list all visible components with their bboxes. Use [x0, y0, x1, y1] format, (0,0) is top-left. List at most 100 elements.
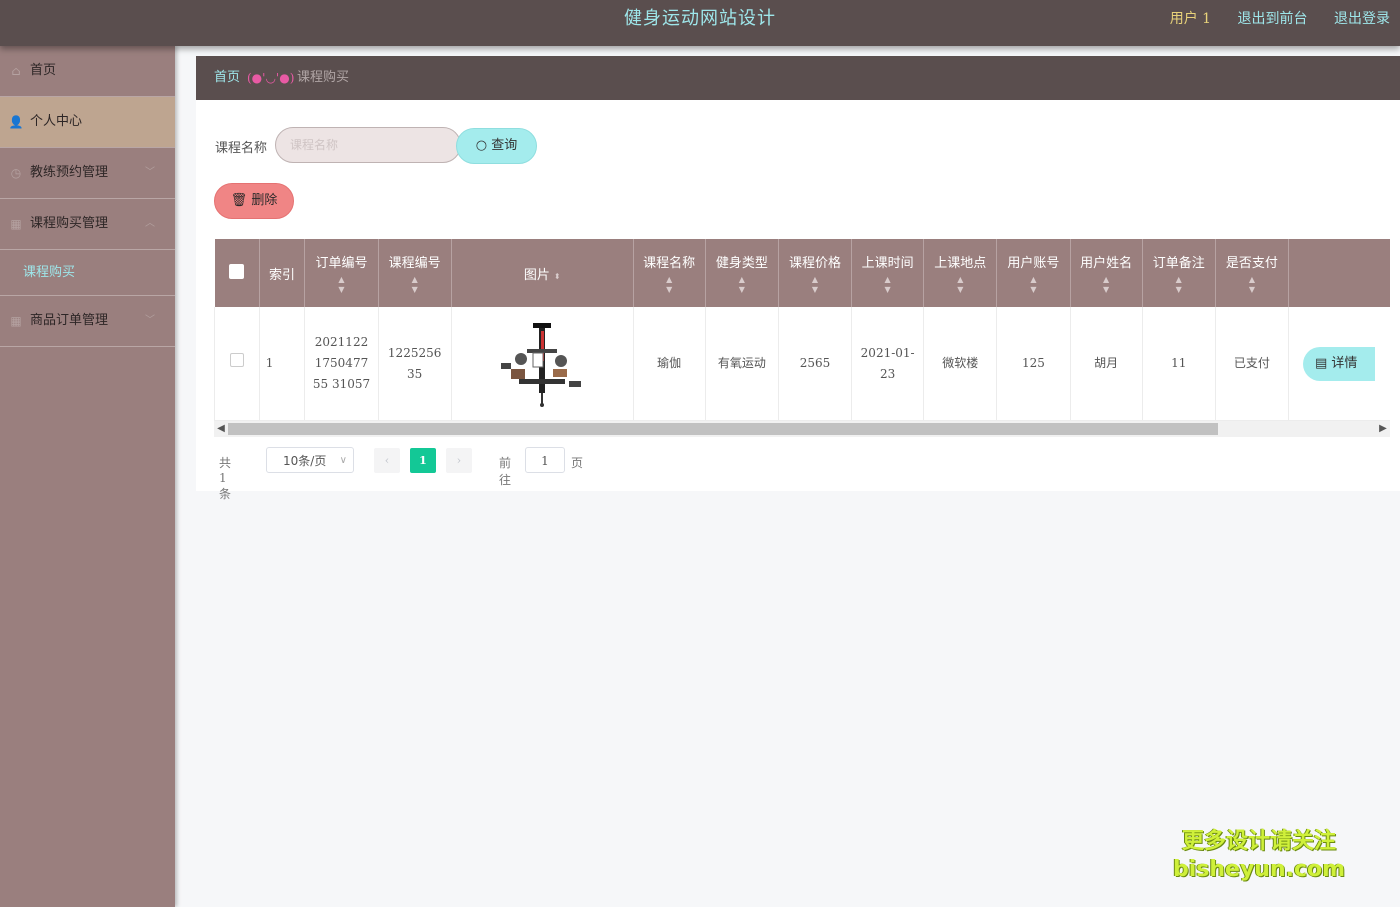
page-number-current[interactable]: 1 [410, 448, 436, 473]
sort-icon[interactable]: ▲ ▼ [928, 275, 992, 295]
cell-remark: 11 [1142, 307, 1216, 421]
column-header[interactable]: 健身类型 ▲ ▼ [705, 239, 779, 307]
select-all-checkbox[interactable] [229, 263, 245, 279]
cell-course-name: 瑜伽 [633, 307, 706, 421]
column-header[interactable]: 图片 ⬍ [451, 239, 634, 307]
sort-icon[interactable]: ▲ ▼ [638, 275, 701, 295]
sidebar-item-label: 个人中心 [30, 114, 83, 129]
sidebar-subitem-course-purchase[interactable]: 课程购买 [0, 250, 175, 296]
document-icon: ▤ [1314, 355, 1328, 371]
sidebar-item-course-purchase[interactable]: ▦ 课程购买管理 ︿ [0, 199, 175, 250]
sort-icon[interactable]: ▲ ▼ [783, 275, 847, 295]
cell-user-name: 胡月 [1070, 307, 1143, 421]
back-to-front-link[interactable]: 退出到前台 [1238, 11, 1308, 27]
cell-course-number: 122525635 [378, 307, 452, 421]
cell-paid: 已支付 [1215, 307, 1289, 421]
sort-icon[interactable]: ⬍ [554, 272, 561, 281]
current-user: 用户 1 [1169, 11, 1212, 27]
scrollbar-thumb[interactable] [228, 423, 1218, 435]
column-header[interactable]: 上课地点 ▲ ▼ [923, 239, 998, 307]
sidebar-item-home[interactable]: ⌂ 首页 [0, 46, 175, 97]
goto-page-input[interactable]: 1 [525, 447, 565, 473]
column-header[interactable]: 是否支付 ▲ ▼ [1215, 239, 1289, 307]
home-icon: ⌂ [11, 64, 21, 78]
cell-actions: ▤ 详情 [1288, 307, 1390, 421]
sort-icon[interactable]: ▲ ▼ [1220, 275, 1284, 295]
chevron-down-icon: ﹀ [145, 167, 155, 178]
column-header[interactable]: 订单编号 ▲ ▼ [304, 239, 379, 307]
sort-icon[interactable]: ▲ ▼ [856, 275, 919, 295]
sidebar: ⌂ 首页 👤 个人中心 ◷ 教练预约管理 ﹀ ▦ 课程购买管理 ︿ 课程购买 ▦… [0, 46, 175, 907]
sidebar-item-label: 课程购买管理 [30, 216, 109, 231]
column-header[interactable]: 课程名称 ▲ ▼ [633, 239, 706, 307]
breadcrumb-home[interactable]: 首页 [214, 56, 240, 100]
prev-page-button[interactable]: ‹ [374, 448, 400, 473]
column-header[interactable]: 课程编号 ▲ ▼ [378, 239, 452, 307]
chevron-down-icon: ﹀ [145, 315, 155, 326]
grid-icon: ▦ [10, 217, 22, 231]
search-label: 课程名称 [215, 141, 268, 156]
main-panel: 课程名称 ○ 查询 🗑 删除 索引 订单编号▲▼ 课程编号▲▼ 图片⬍ [196, 100, 1400, 501]
watermark: 更多设计请关注 bisheyun.com [1173, 829, 1346, 882]
grid-icon: ▦ [10, 314, 22, 328]
column-header[interactable]: 订单备注 ▲ ▼ [1142, 239, 1216, 307]
sidebar-item-personal-center[interactable]: 👤 个人中心 [0, 97, 175, 148]
scroll-left-icon[interactable]: ◀ [214, 421, 228, 437]
cell-fitness-type: 有氧运动 [705, 307, 779, 421]
trash-icon: 🗑 [230, 193, 248, 208]
top-links: 用户 1 退出到前台 退出登录 [1148, 0, 1390, 38]
select-all-cell [214, 239, 260, 307]
page-size-select[interactable]: 10条/页 ∨ [266, 447, 354, 473]
column-header[interactable]: 索引 [259, 239, 306, 307]
course-name-input[interactable] [275, 127, 461, 163]
scroll-right-icon[interactable]: ▶ [1376, 421, 1390, 437]
delete-button[interactable]: 🗑 删除 [214, 183, 294, 219]
sort-icon[interactable]: ▲ ▼ [1075, 275, 1138, 295]
logout-link[interactable]: 退出登录 [1334, 11, 1390, 27]
clock-icon: ◷ [10, 166, 22, 180]
query-button[interactable]: ○ 查询 [456, 128, 537, 164]
sort-icon[interactable]: ▲ ▼ [383, 275, 447, 295]
breadcrumb-separator: (●'◡'●) [247, 71, 295, 85]
breadcrumb-current: 课程购买 [297, 70, 350, 85]
sort-icon[interactable]: ▲ ▼ [1147, 275, 1211, 295]
data-table: 索引 订单编号 ▲ ▼ 课程编号 ▲ ▼ 图片 ⬍ 课程名称 ▲ ▼ 健身类型 ▲ ▼ 课程价格 ▲… [214, 239, 1390, 438]
column-header[interactable]: 课程价格 ▲ ▼ [778, 239, 853, 307]
cell-class-time: 2021-01-23 [851, 307, 925, 421]
page-unit-label: 页 [571, 456, 584, 470]
chevron-up-icon: ︿ [145, 218, 155, 229]
query-button-label: 查询 [491, 138, 518, 153]
goto-label: 前往 [499, 456, 512, 487]
column-header[interactable]: 用户姓名 ▲ ▼ [1070, 239, 1143, 307]
sidebar-item-label: 商品订单管理 [30, 313, 109, 328]
cell-index: 1 [259, 307, 306, 421]
cell-order-number: 2021122175047755 31057 [304, 307, 379, 421]
sort-icon[interactable]: ▲ ▼ [1001, 275, 1065, 295]
cell-account: 125 [996, 307, 1071, 421]
user-icon: 👤 [8, 115, 24, 129]
actions-header [1288, 239, 1390, 307]
sort-icon[interactable]: ▲ ▼ [710, 275, 774, 295]
total-count: 共 1 条 [219, 456, 232, 501]
table-row: 1 2021122175047755 31057 122525635 瑜伽 有氧… [214, 307, 1390, 421]
cell-location: 微软楼 [923, 307, 998, 421]
table-header-row: 索引 订单编号 ▲ ▼ 课程编号 ▲ ▼ 图片 ⬍ 课程名称 ▲ ▼ 健身类型 ▲ ▼ 课程价格 ▲… [214, 239, 1390, 307]
sidebar-item-coach-booking[interactable]: ◷ 教练预约管理 ﹀ [0, 148, 175, 199]
chevron-down-icon: ∨ [339, 455, 347, 466]
detail-button[interactable]: ▤ 详情 [1302, 346, 1375, 381]
top-bar: 健身运动网站设计 用户 1 退出到前台 退出登录 [0, 0, 1400, 46]
horizontal-scrollbar[interactable]: ◀ ▶ [214, 421, 1390, 437]
next-page-button[interactable]: › [446, 448, 472, 473]
row-select-cell [214, 307, 260, 421]
sort-icon[interactable]: ▲ ▼ [309, 275, 373, 295]
cell-image [451, 307, 634, 421]
sidebar-item-label: 教练预约管理 [30, 165, 109, 180]
delete-button-label: 删除 [251, 193, 278, 208]
row-checkbox[interactable] [229, 353, 244, 367]
cell-price: 2565 [778, 307, 853, 421]
column-header[interactable]: 用户账号 ▲ ▼ [996, 239, 1071, 307]
search-icon: ○ [475, 138, 488, 153]
gym-equipment-image [501, 322, 582, 407]
column-header[interactable]: 上课时间 ▲ ▼ [851, 239, 925, 307]
sidebar-item-product-orders[interactable]: ▦ 商品订单管理 ﹀ [0, 296, 175, 347]
